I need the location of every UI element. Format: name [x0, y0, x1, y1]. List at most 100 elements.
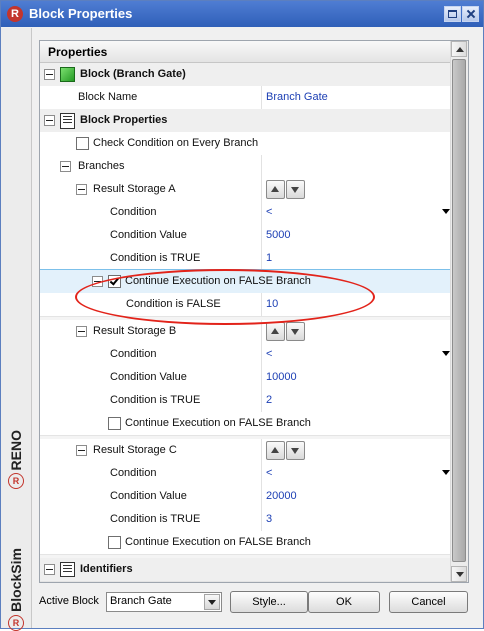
- reno-wordmark: RENO: [8, 430, 24, 471]
- title-bar[interactable]: R Block Properties: [1, 1, 483, 27]
- chevron-down-icon[interactable]: [442, 209, 450, 214]
- collapse-icon[interactable]: [76, 445, 87, 456]
- storage-a-row[interactable]: Result Storage A: [40, 178, 450, 202]
- collapse-icon[interactable]: [60, 161, 71, 172]
- close-icon[interactable]: [462, 6, 479, 22]
- chevron-down-icon[interactable]: [442, 470, 450, 475]
- move-up-button[interactable]: [266, 180, 285, 199]
- active-block-select[interactable]: Branch Gate: [106, 592, 222, 612]
- storage-c-row[interactable]: Result Storage C: [40, 439, 450, 463]
- grid-header-label: Properties: [48, 45, 108, 59]
- collapse-icon[interactable]: [44, 69, 55, 80]
- scroll-down-icon[interactable]: [451, 566, 467, 582]
- condition-value-label: Condition Value: [110, 229, 187, 241]
- storage-b-cond-value-row[interactable]: Condition Value 10000: [40, 366, 450, 390]
- value-divider: [261, 201, 262, 224]
- block-properties-category-label: Block Properties: [80, 114, 168, 126]
- value-divider: [261, 86, 262, 109]
- storage-b-condition-row[interactable]: Condition <: [40, 343, 450, 367]
- condition-true-label: Condition is TRUE: [110, 513, 201, 525]
- app-logo-icon: R: [7, 6, 23, 22]
- scroll-thumb[interactable]: [452, 59, 466, 562]
- check-condition-checkbox[interactable]: [76, 137, 89, 150]
- storage-a-continue-row[interactable]: Continue Execution on FALSE Branch: [40, 269, 451, 295]
- storage-a-condition-row[interactable]: Condition <: [40, 201, 450, 225]
- maximize-icon[interactable]: [444, 6, 461, 22]
- storage-c-condition-row[interactable]: Condition <: [40, 462, 450, 486]
- chevron-down-icon[interactable]: [204, 594, 220, 610]
- block-name-value[interactable]: Branch Gate: [266, 91, 328, 103]
- check-condition-label: Check Condition on Every Branch: [93, 137, 259, 149]
- move-up-button[interactable]: [266, 441, 285, 460]
- scroll-up-icon[interactable]: [451, 41, 467, 57]
- block-name-row[interactable]: Block Name Branch Gate: [40, 86, 450, 110]
- value-divider: [261, 178, 262, 201]
- vertical-scrollbar[interactable]: [450, 41, 468, 582]
- value-divider: [261, 389, 262, 412]
- value-divider: [261, 320, 262, 343]
- condition-true-label: Condition is TRUE: [110, 252, 201, 264]
- condition-value-field[interactable]: 20000: [266, 490, 297, 502]
- move-down-button[interactable]: [286, 322, 305, 341]
- move-up-button[interactable]: [266, 322, 285, 341]
- ok-button[interactable]: OK: [308, 591, 380, 613]
- condition-value-field[interactable]: 5000: [266, 229, 290, 241]
- branches-row[interactable]: Branches: [40, 155, 450, 179]
- storage-c-true-row[interactable]: Condition is TRUE 3: [40, 508, 450, 532]
- block-properties-category-row[interactable]: Block Properties: [40, 109, 450, 133]
- condition-true-label: Condition is TRUE: [110, 394, 201, 406]
- condition-value[interactable]: <: [266, 348, 272, 360]
- cancel-button[interactable]: Cancel: [389, 591, 468, 613]
- condition-value-field[interactable]: 10000: [266, 371, 297, 383]
- move-down-button[interactable]: [286, 180, 305, 199]
- continue-execution-label: Continue Execution on FALSE Branch: [125, 275, 311, 287]
- reno-brand: RENO R: [3, 430, 29, 490]
- reno-logo-icon: R: [8, 473, 24, 490]
- continue-execution-label: Continue Execution on FALSE Branch: [125, 417, 311, 429]
- storage-a-true-row[interactable]: Condition is TRUE 1: [40, 247, 450, 271]
- storage-b-row[interactable]: Result Storage B: [40, 320, 450, 344]
- identifiers-list-icon: [60, 562, 75, 577]
- condition-true-value[interactable]: 3: [266, 513, 272, 525]
- condition-value[interactable]: <: [266, 467, 272, 479]
- block-name-label: Block Name: [78, 91, 138, 103]
- blocksim-brand: BlockSim R: [3, 548, 29, 631]
- storage-c-continue-row[interactable]: Continue Execution on FALSE Branch: [40, 531, 450, 555]
- storage-a-cond-value-row[interactable]: Condition Value 5000: [40, 224, 450, 248]
- storage-b-true-row[interactable]: Condition is TRUE 2: [40, 389, 450, 413]
- block-cube-icon: [60, 67, 75, 82]
- collapse-icon[interactable]: [44, 564, 55, 575]
- condition-true-value[interactable]: 2: [266, 394, 272, 406]
- move-down-button[interactable]: [286, 441, 305, 460]
- storage-a-false-row[interactable]: Condition is FALSE 10: [40, 293, 450, 317]
- continue-execution-checkbox[interactable]: [108, 417, 121, 430]
- continue-execution-checkbox[interactable]: [108, 536, 121, 549]
- value-divider: [261, 462, 262, 485]
- condition-value[interactable]: <: [266, 206, 272, 218]
- collapse-icon[interactable]: [92, 276, 103, 287]
- condition-label: Condition: [110, 206, 157, 218]
- property-grid: Properties Block (Branch Gate) Block Nam…: [39, 40, 469, 583]
- continue-execution-checkbox[interactable]: [108, 275, 121, 288]
- style-button[interactable]: Style...: [230, 591, 308, 613]
- blocksim-logo-icon: R: [8, 614, 24, 631]
- value-divider: [261, 343, 262, 366]
- identifiers-category-label: Identifiers: [80, 563, 133, 575]
- value-divider: [261, 439, 262, 462]
- storage-b-continue-row[interactable]: Continue Execution on FALSE Branch: [40, 412, 450, 436]
- grid-header: Properties: [40, 41, 450, 63]
- active-block-value: Branch Gate: [110, 595, 172, 607]
- storage-b-label: Result Storage B: [93, 325, 177, 337]
- block-category-row[interactable]: Block (Branch Gate): [40, 63, 450, 87]
- check-condition-row[interactable]: Check Condition on Every Branch: [40, 132, 450, 156]
- identifiers-category-row[interactable]: Identifiers: [40, 558, 450, 582]
- collapse-icon[interactable]: [76, 184, 87, 195]
- condition-true-value[interactable]: 1: [266, 252, 272, 264]
- collapse-icon[interactable]: [44, 115, 55, 126]
- collapse-icon[interactable]: [76, 326, 87, 337]
- chevron-down-icon[interactable]: [442, 351, 450, 356]
- storage-c-label: Result Storage C: [93, 444, 177, 456]
- condition-false-label: Condition is FALSE: [126, 298, 221, 310]
- storage-c-cond-value-row[interactable]: Condition Value 20000: [40, 485, 450, 509]
- condition-false-value[interactable]: 10: [266, 298, 278, 310]
